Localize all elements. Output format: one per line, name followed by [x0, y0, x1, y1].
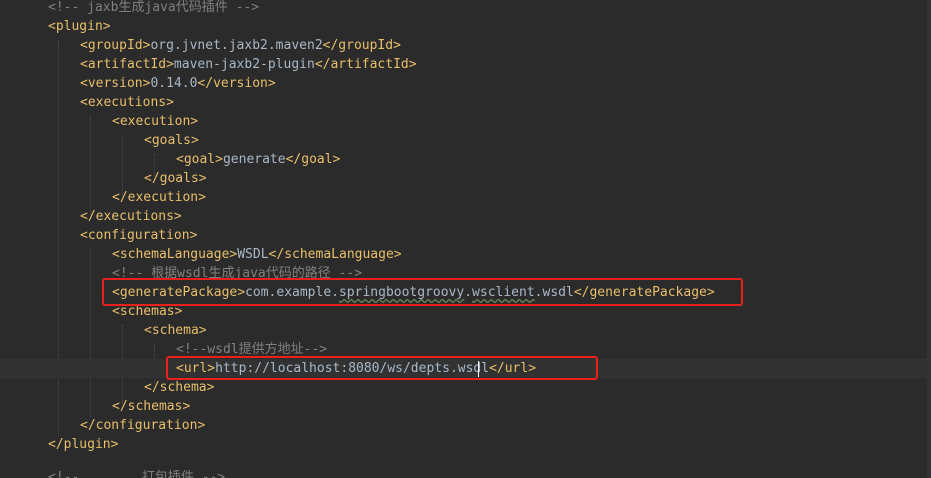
xml-tag: <executions>: [80, 95, 174, 110]
xml-value: maven-jaxb2-plugin: [173, 57, 315, 72]
code-line[interactable]: <configuration>: [0, 226, 197, 245]
code-line[interactable]: <version>0.14.0</version>: [0, 74, 276, 93]
code-line[interactable]: </configuration>: [0, 416, 205, 435]
xml-tag-close: </goal>: [285, 152, 341, 167]
xml-tag-open: <groupId>: [80, 38, 151, 53]
xml-tag-open: <goal>: [176, 152, 223, 167]
xml-tag: <execution>: [112, 114, 199, 129]
xml-tag: <goals>: [144, 133, 199, 148]
code-line[interactable]: <!-- jaxb生成java代码插件 -->: [0, 0, 259, 17]
indent-guide: [122, 135, 123, 195]
xml-tag: <schema>: [144, 323, 207, 338]
code-line[interactable]: <executions>: [0, 93, 174, 112]
code-line[interactable]: </plugin>: [0, 435, 118, 454]
xml-tag: </goals>: [144, 171, 207, 186]
xml-value: org.jvnet.jaxb2.maven2: [150, 38, 323, 53]
xml-comment: <!-- jaxb生成java代码插件 -->: [48, 0, 260, 15]
code-line[interactable]: <schemas>: [0, 302, 182, 321]
code-line[interactable]: <goals>: [0, 131, 199, 150]
code-line[interactable]: <generatePackage>com.example.springbootg…: [0, 283, 715, 302]
code-line[interactable]: </schemas>: [0, 397, 190, 416]
xml-tag-open: <version>: [80, 76, 151, 91]
xml-tag: </execution>: [112, 190, 206, 205]
xml-tag-open: <artifactId>: [80, 57, 174, 72]
code-line[interactable]: </execution>: [0, 188, 206, 207]
xml-tag: </schemas>: [112, 399, 191, 414]
xml-tag: </configuration>: [80, 418, 206, 433]
xml-tag-close: </groupId>: [322, 38, 401, 53]
xml-tag: <configuration>: [80, 228, 198, 243]
code-line[interactable]: <plugin>: [0, 17, 111, 36]
code-line[interactable]: <!-- ...... 打包插件 -->: [0, 468, 225, 478]
code-line[interactable]: </schema>: [0, 378, 214, 397]
xml-tag: <plugin>: [48, 19, 111, 34]
xml-value: generate: [222, 152, 286, 167]
code-line[interactable]: </goals>: [0, 169, 207, 188]
code-line[interactable]: </executions>: [0, 207, 182, 226]
xml-tag-close: </version>: [197, 76, 276, 91]
code-line[interactable]: <schema>: [0, 321, 207, 340]
xml-tag-close: </schemaLanguage>: [268, 247, 402, 262]
code-line[interactable]: <goal>generate</goal>: [0, 150, 340, 169]
code-line[interactable]: <artifactId>maven-jaxb2-plugin</artifact…: [0, 55, 417, 74]
code-editor[interactable]: <!-- jaxb生成java代码插件 --> <plugin> <groupI…: [0, 0, 931, 478]
xml-tag-open: <schemaLanguage>: [112, 247, 238, 262]
xml-value: 0.14.0: [150, 76, 198, 91]
indent-guide: [90, 249, 91, 417]
code-line[interactable]: <!--wsdl提供方地址-->: [0, 340, 327, 359]
xml-value: WSDL: [237, 247, 269, 262]
code-line[interactable]: <!-- 根据wsdl生成java代码的路径 -->: [0, 264, 362, 283]
xml-tag: </plugin>: [48, 437, 119, 452]
xml-comment: <!-- ...... 打包插件 -->: [48, 470, 226, 478]
text-cursor: [478, 361, 479, 377]
indent-guide: [90, 116, 91, 214]
code-line[interactable]: <schemaLanguage>WSDL</schemaLanguage>: [0, 245, 402, 264]
code-line[interactable]: <execution>: [0, 112, 198, 131]
xml-tag-close: </artifactId>: [314, 57, 417, 72]
code-line[interactable]: <groupId>org.jvnet.jaxb2.maven2</groupId…: [0, 36, 401, 55]
xml-tag: </executions>: [80, 209, 182, 224]
xml-tag: </schema>: [144, 380, 215, 395]
highlight-box-url: [166, 356, 598, 380]
editor-scroll-strip[interactable]: [927, 0, 931, 478]
highlight-box-generate-package: [102, 278, 743, 306]
